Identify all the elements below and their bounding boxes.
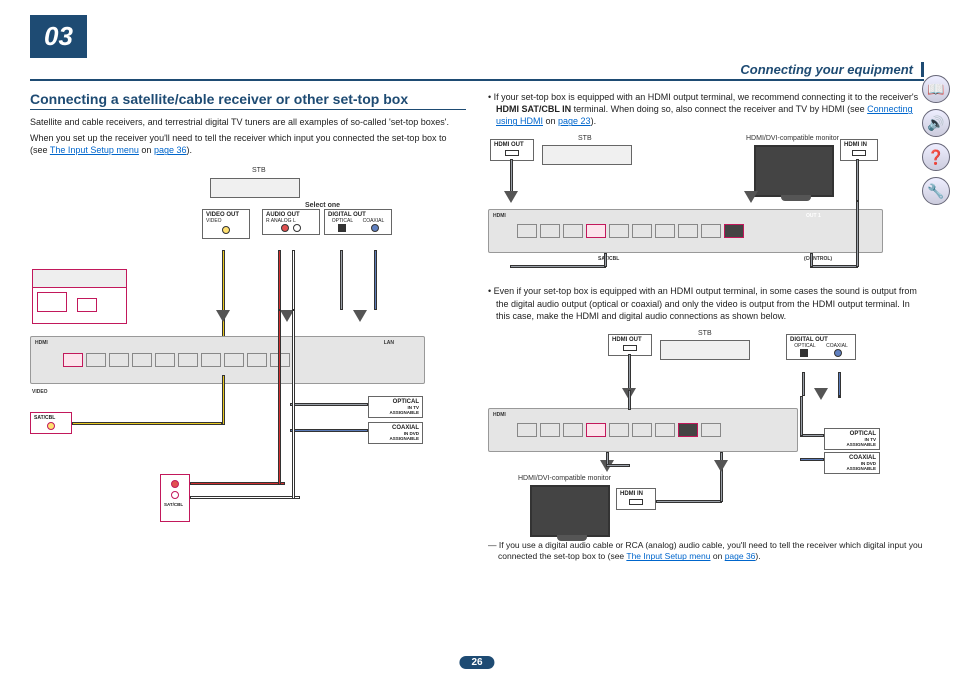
label: VIDEO	[206, 218, 246, 224]
page-number: 26	[459, 656, 494, 669]
footnote: — If you use a digital audio cable or RC…	[488, 540, 924, 563]
box-optical-in: OPTICAL IN TVASSIGNABLE	[824, 428, 880, 450]
label: (CONTROL)	[804, 256, 832, 262]
box-digital-out: DIGITAL OUT OPTICAL COAXIAL	[786, 334, 856, 360]
device-monitor	[530, 485, 610, 537]
speaker-icon[interactable]: 🔊	[922, 109, 950, 137]
diagram-hdmi-only: HDMI OUT STB HDMI/DVI-compatible monitor…	[488, 135, 924, 285]
label-stb: STB	[578, 135, 592, 142]
text-bold: HDMI SAT/CBL IN	[496, 104, 571, 114]
label-stb: STB	[698, 330, 712, 337]
label: OUT 1	[806, 213, 821, 219]
label: COAXIAL	[826, 343, 848, 349]
tools-icon[interactable]: 🔧	[922, 177, 950, 205]
box-coax-in: COAXIAL IN DVDASSIGNABLE	[824, 452, 880, 474]
text-span: If your set-top box is equipped with an …	[494, 92, 918, 102]
text-span: ).	[755, 551, 760, 561]
label-monitor: HDMI/DVI-compatible monitor	[746, 135, 839, 142]
label: HDMI OUT	[494, 142, 524, 148]
sidebar: 📖 🔊 ❓ 🔧	[922, 75, 950, 205]
box-hdmi-out: HDMI OUT	[608, 334, 652, 356]
receiver-rear-panel: HDMI LAN	[30, 336, 425, 384]
label: ASSIGNABLE	[389, 436, 419, 441]
box-video-out: VIDEO OUT VIDEO	[202, 209, 250, 239]
box-hdmi-in: HDMI IN	[616, 488, 656, 510]
header-title: Connecting your equipment	[740, 62, 924, 77]
label: SAT/CBL	[164, 502, 186, 507]
label: ASSIGNABLE	[389, 410, 419, 415]
label: HDMI OUT	[612, 337, 642, 343]
diagram-hdmi-plus-digital: HDMI OUT STB DIGITAL OUT OPTICAL COAXIAL	[488, 330, 924, 540]
body-text: Satellite and cable receivers, and terre…	[30, 116, 466, 128]
device-stb	[542, 145, 632, 165]
text-span: on	[543, 116, 558, 126]
receiver-rear-panel: HDMI	[488, 209, 883, 253]
label: ASSIGNABLE	[846, 442, 876, 447]
link-page-36[interactable]: page 36	[154, 145, 187, 155]
help-icon[interactable]: ❓	[922, 143, 950, 171]
label: SAT/CBL	[34, 415, 68, 421]
link-input-setup[interactable]: The Input Setup menu	[50, 145, 139, 155]
text-span: on	[711, 551, 725, 561]
bullet-hdmi-audio-separate: Even if your set-top box is equipped wit…	[488, 285, 924, 321]
box-satcbl-video: SAT/CBL	[30, 412, 72, 434]
diagram-analog-digital: STB VIDEO OUT VIDEO Select one AUDIO OUT…	[30, 164, 466, 574]
chapter-number: 03	[30, 15, 87, 58]
label: VIDEO	[32, 389, 48, 395]
body-text: When you set up the receiver you'll need…	[30, 132, 466, 156]
label: HDMI	[493, 412, 506, 418]
label-stb: STB	[252, 167, 266, 174]
receiver-rear-panel: HDMI	[488, 408, 798, 452]
text-span: on	[139, 145, 154, 155]
box-digital-out: DIGITAL OUT OPTICAL COAXIAL	[324, 209, 392, 235]
device-stb	[210, 178, 300, 198]
device-stb	[660, 340, 750, 360]
box-hdmi-in: HDMI IN	[840, 139, 878, 161]
device-monitor	[754, 145, 834, 197]
label-monitor: HDMI/DVI-compatible monitor	[518, 475, 611, 482]
box-hdmi-out: HDMI OUT	[490, 139, 534, 161]
label: HDMI IN	[620, 491, 643, 497]
link-page-36-2[interactable]: page 36	[725, 551, 756, 561]
box-optical-in: OPTICAL IN TV ASSIGNABLE	[368, 396, 423, 418]
text-span: ).	[186, 145, 192, 155]
label-select-one: Select one	[305, 202, 340, 209]
label: HDMI	[493, 213, 506, 219]
text-span: ).	[591, 116, 597, 126]
box-analog-in: SAT/CBL	[160, 474, 190, 522]
label: ASSIGNABLE	[846, 466, 876, 471]
link-input-setup-2[interactable]: The Input Setup menu	[626, 551, 710, 561]
section-heading: Connecting a satellite/cable receiver or…	[30, 91, 466, 110]
box-coax-in: COAXIAL IN DVD ASSIGNABLE	[368, 422, 423, 444]
label: HDMI	[35, 340, 48, 346]
book-icon[interactable]: 📖	[922, 75, 950, 103]
label: HDMI IN	[844, 142, 867, 148]
bullet-hdmi-recommend: If your set-top box is equipped with an …	[488, 91, 924, 127]
label: SAT/CBL	[598, 256, 619, 262]
box-audio-out: AUDIO OUT R ANALOG L	[262, 209, 320, 235]
text-span: terminal. When doing so, also connect th…	[571, 104, 867, 114]
label: LAN	[384, 340, 394, 346]
link-page-23[interactable]: page 23	[558, 116, 591, 126]
